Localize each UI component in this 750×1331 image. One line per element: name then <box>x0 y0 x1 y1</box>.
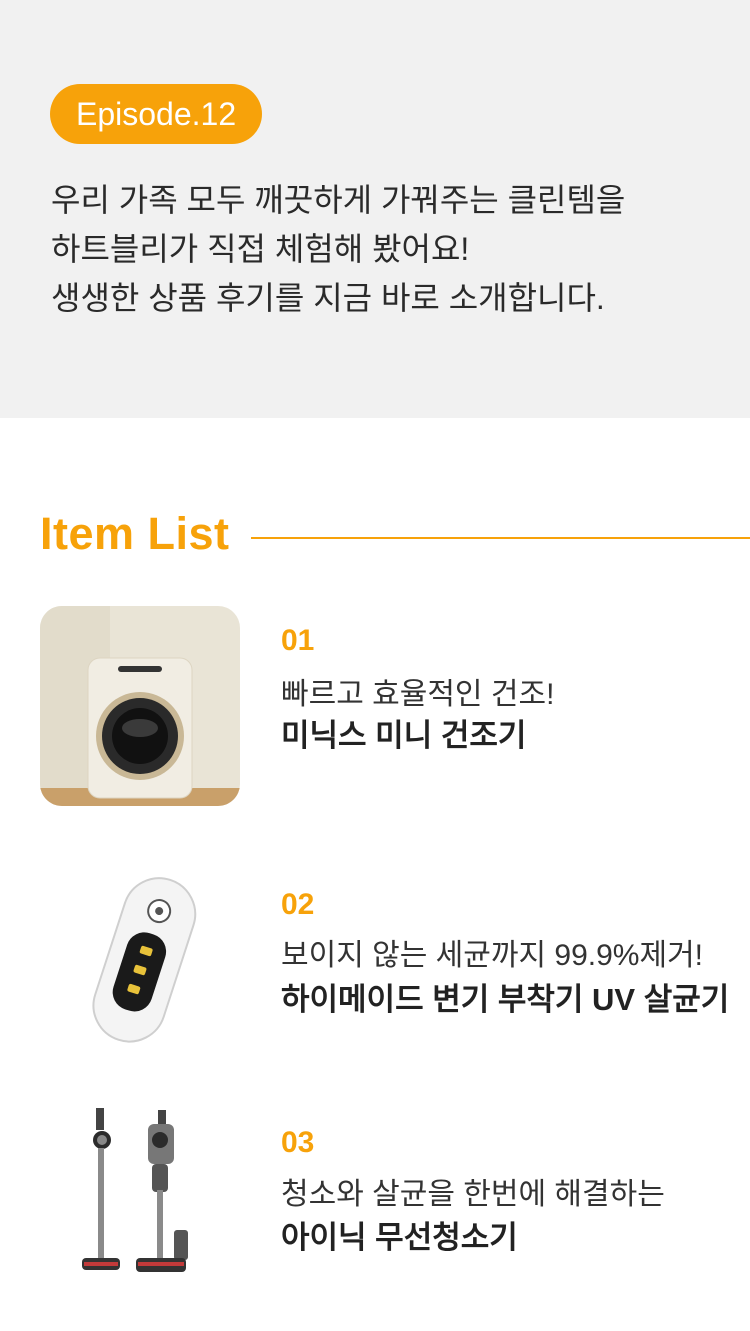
item-name: 아이닉 무선청소기 <box>281 1220 518 1255</box>
intro-text: 우리 가족 모두 깨끗하게 가꿔주는 클린템을 하트블리가 직접 체험해 봤어요… <box>51 176 711 323</box>
item-name: 하이메이드 변기 부착기 UV 살균기 <box>281 982 730 1017</box>
mini-dryer-image <box>40 606 240 806</box>
item-name: 미닉스 미니 건조기 <box>281 718 527 753</box>
title-divider <box>251 537 750 539</box>
intro-section: Episode.12 우리 가족 모두 깨끗하게 가꿔주는 클린템을 하트블리가… <box>0 0 750 418</box>
item-number: 02 <box>281 888 315 921</box>
item-description: 보이지 않는 세균까지 99.9%제거! <box>281 939 704 972</box>
item-number: 01 <box>281 624 315 657</box>
episode-badge: Episode.12 <box>50 84 263 144</box>
item-number: 03 <box>281 1126 315 1159</box>
intro-line: 하트블리가 직접 체험해 봤어요! <box>51 231 470 267</box>
intro-line: 생생한 상품 후기를 지금 바로 소개합니다. <box>51 280 605 316</box>
item-description: 청소와 살균을 한번에 해결하는 <box>281 1178 665 1211</box>
list-item[interactable]: 02 보이지 않는 세균까지 99.9%제거! 하이메이드 변기 부착기 UV … <box>0 870 750 1070</box>
section-title: Item List <box>40 508 230 559</box>
intro-line: 우리 가족 모두 깨끗하게 가꿔주는 클린템을 <box>51 182 626 218</box>
item-description: 빠르고 효율적인 건조! <box>281 678 555 711</box>
list-item[interactable]: 03 청소와 살균을 한번에 해결하는 아이닉 무선청소기 <box>0 1090 750 1290</box>
cordless-vacuum-image <box>40 1090 240 1290</box>
list-item[interactable]: 01 빠르고 효율적인 건조! 미닉스 미니 건조기 <box>0 606 750 806</box>
uv-sterilizer-image <box>40 870 240 1070</box>
